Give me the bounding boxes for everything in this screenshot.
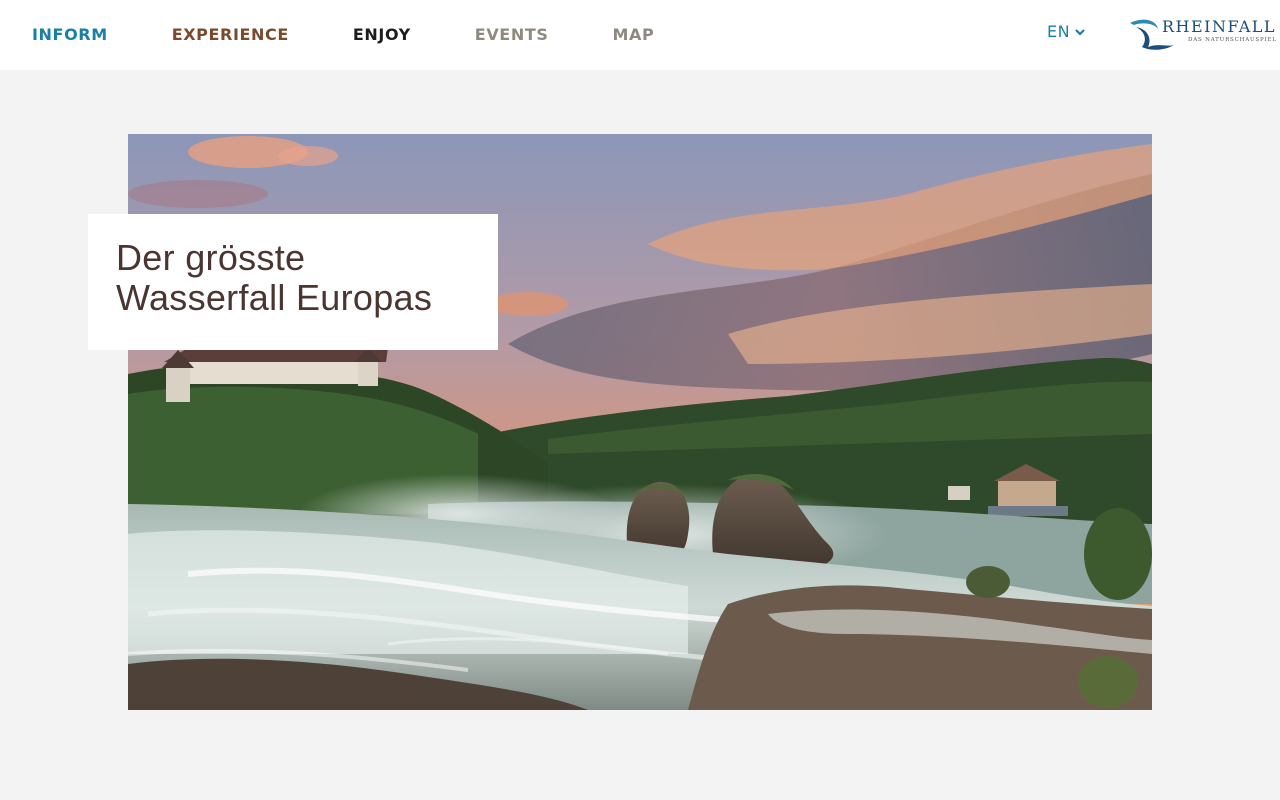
nav-item-experience[interactable]: EXPERIENCE	[172, 25, 289, 44]
top-navigation-bar: INFORM EXPERIENCE ENJOY EVENTS MAP EN RH…	[0, 0, 1280, 70]
nav-item-enjoy[interactable]: ENJOY	[353, 25, 411, 44]
hero-headline-card: Der grösste Wasserfall Europas	[88, 214, 498, 350]
nav-item-events[interactable]: EVENTS	[475, 25, 549, 44]
hero-headline-line-2: Wasserfall Europas	[116, 277, 433, 318]
chevron-down-icon	[1074, 22, 1086, 41]
logo-tagline: DAS NATURSCHAUSPIEL	[1188, 37, 1277, 43]
language-label: EN	[1047, 22, 1071, 41]
hero-headline: Der grösste Wasserfall Europas	[116, 238, 470, 318]
logo-wordmark: RHEINFALL	[1162, 17, 1277, 36]
main-nav: INFORM EXPERIENCE ENJOY EVENTS MAP	[32, 0, 654, 68]
hero-headline-line-1: Der grösste	[116, 237, 306, 278]
nav-item-map[interactable]: MAP	[612, 25, 654, 44]
language-selector[interactable]: EN	[1047, 22, 1086, 41]
nav-item-inform[interactable]: INFORM	[32, 25, 108, 44]
rheinfall-logo[interactable]: RHEINFALL DAS NATURSCHAUSPIEL	[1128, 17, 1276, 51]
